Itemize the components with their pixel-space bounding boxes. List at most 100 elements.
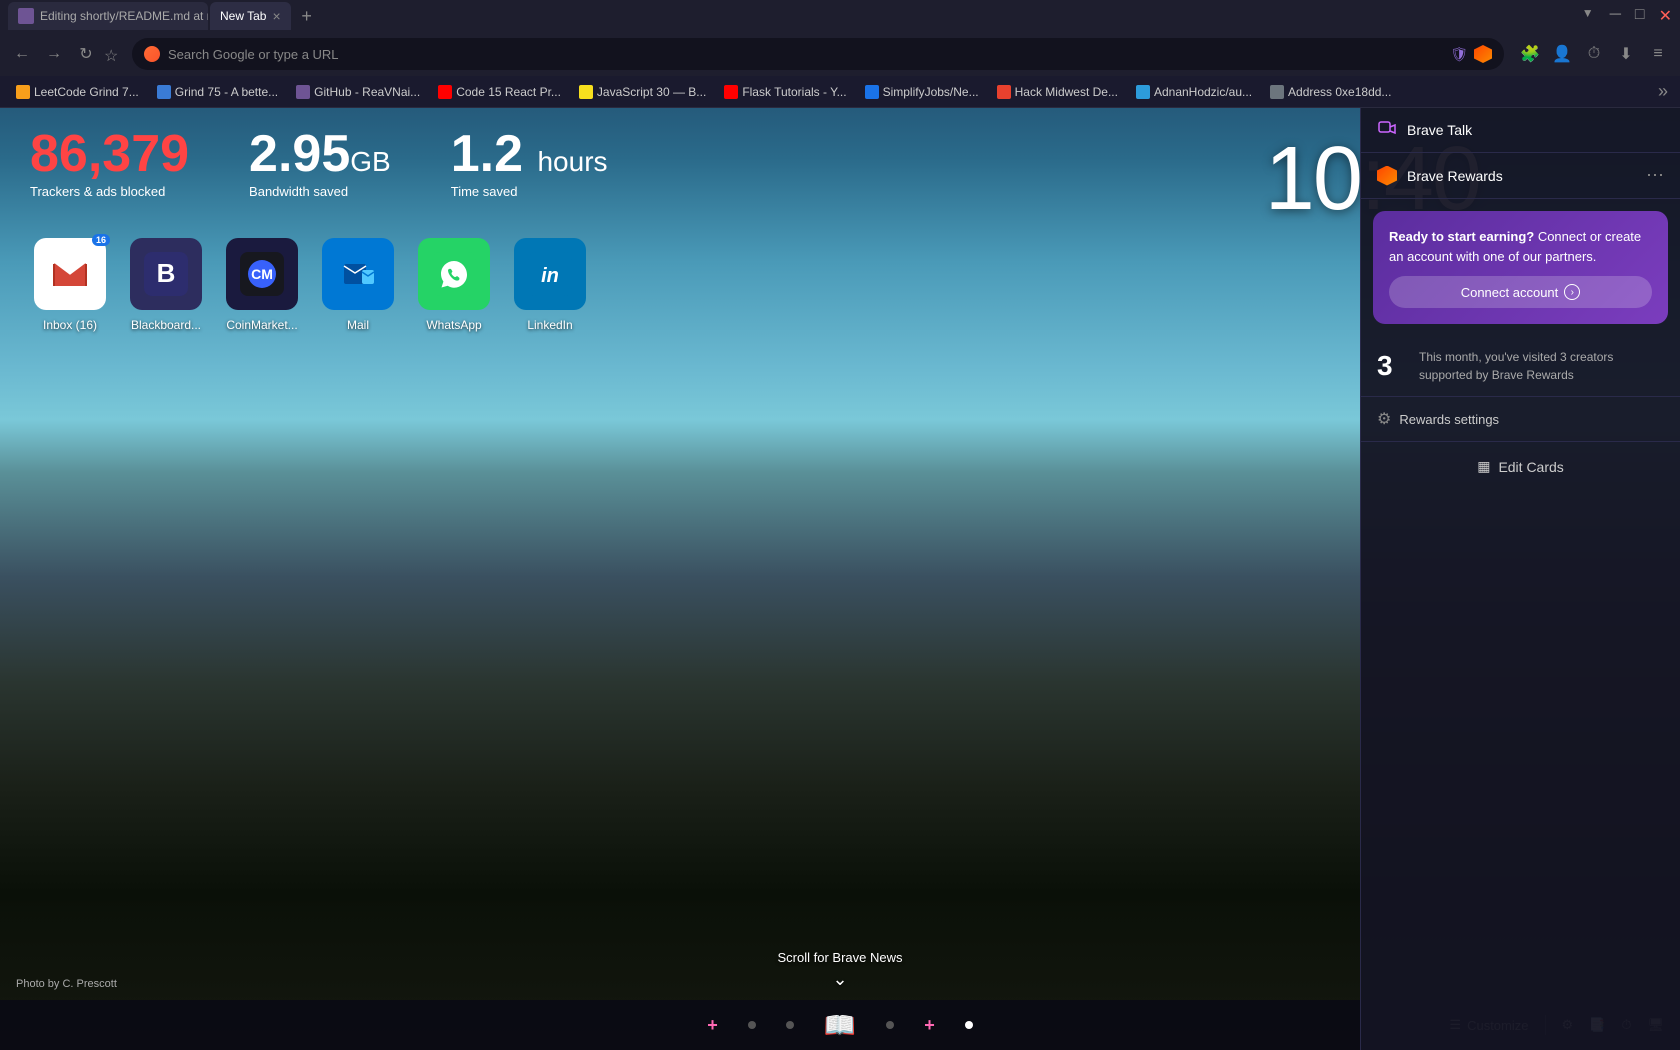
shortcut-gmail[interactable]: 16 Inbox (16) bbox=[30, 238, 110, 332]
user-profile-button[interactable]: 👤 bbox=[1548, 40, 1576, 68]
bookmark-favicon-gh bbox=[296, 85, 310, 99]
bookmark-lc[interactable]: LeetCode Grind 7... bbox=[8, 83, 147, 101]
shortcut-label-coinmarket: CoinMarket... bbox=[226, 318, 297, 332]
bookmarks-more-button[interactable]: » bbox=[1654, 81, 1672, 102]
stat-bandwidth: 2.95GB Bandwidth saved bbox=[249, 128, 391, 199]
extensions-button[interactable]: 🧩 bbox=[1516, 40, 1544, 68]
creators-count: 3 bbox=[1377, 350, 1407, 382]
tab-inactive-editing[interactable]: Editing shortly/README.md at ma... × bbox=[8, 2, 208, 30]
rewards-settings-item[interactable]: ⚙ Rewards settings bbox=[1361, 397, 1680, 442]
stats-section: 86,379 Trackers & ads blocked 2.95GB Ban… bbox=[30, 128, 608, 199]
shield-icon[interactable]: 🛡 bbox=[1450, 46, 1468, 63]
creators-description: This month, you've visited 3 creators su… bbox=[1419, 348, 1664, 384]
gmail-svg bbox=[48, 252, 92, 296]
brave-rewards-header[interactable]: Brave Rewards ⋯ bbox=[1361, 153, 1680, 199]
bookmark-ad[interactable]: AdnanHodzic/au... bbox=[1128, 83, 1260, 101]
bottom-plus-left[interactable]: + bbox=[707, 1015, 718, 1036]
stat-trackers: 86,379 Trackers & ads blocked bbox=[30, 128, 189, 199]
book-icon: 📖 bbox=[824, 1010, 856, 1041]
blackboard-svg: B bbox=[144, 252, 188, 296]
dot-4 bbox=[965, 1021, 973, 1029]
shortcuts-section: 16 Inbox (16) B Blackboard... CM bbox=[30, 238, 590, 332]
brave-talk-item[interactable]: Brave Talk bbox=[1361, 108, 1680, 153]
shortcut-icon-blackboard: B bbox=[130, 238, 202, 310]
address-bar[interactable]: Search Google or type a URL 🛡 bbox=[132, 38, 1504, 70]
rewards-more-button[interactable]: ⋯ bbox=[1646, 165, 1664, 186]
bookmark-gh[interactable]: GitHub - ReaVNai... bbox=[288, 83, 428, 101]
photo-credit: Photo by C. Prescott bbox=[16, 978, 117, 990]
whatsapp-svg bbox=[432, 252, 476, 296]
bottom-plus-right[interactable]: + bbox=[924, 1015, 935, 1036]
bookmark-label-sj: SimplifyJobs/Ne... bbox=[883, 85, 979, 99]
menu-button[interactable]: ≡ bbox=[1644, 40, 1672, 68]
window-controls: ▼ ─ □ ✕ bbox=[1582, 6, 1672, 26]
bookmark-label-ad: AdnanHodzic/au... bbox=[1154, 85, 1252, 99]
tab-label-newtab: New Tab bbox=[220, 9, 266, 23]
gmail-badge: 16 bbox=[92, 234, 110, 246]
shortcut-blackboard[interactable]: B Blackboard... bbox=[126, 238, 206, 332]
window-tab-dropdown[interactable]: ▼ bbox=[1582, 6, 1594, 26]
shortcut-icon-whatsapp bbox=[418, 238, 490, 310]
window-close[interactable]: ✕ bbox=[1659, 6, 1672, 26]
brave-rewards-nav-icon[interactable] bbox=[1474, 45, 1492, 63]
tab-active-newtab[interactable]: New Tab × bbox=[210, 2, 291, 30]
connect-account-arrow-icon: › bbox=[1564, 284, 1580, 300]
right-panel: Brave Talk Brave Rewards ⋯ Ready to star… bbox=[1360, 108, 1680, 1050]
shortcut-whatsapp[interactable]: WhatsApp bbox=[414, 238, 494, 332]
edit-cards-label: Edit Cards bbox=[1498, 459, 1563, 475]
history-button[interactable]: ⏱ bbox=[1580, 40, 1608, 68]
shortcut-icon-mail bbox=[322, 238, 394, 310]
connect-account-button[interactable]: Connect account › bbox=[1389, 276, 1652, 308]
tab-favicon-editing bbox=[18, 8, 34, 24]
bookmark-et[interactable]: Address 0xe18dd... bbox=[1262, 83, 1399, 101]
bookmark-favicon-sj bbox=[865, 85, 879, 99]
navigation-bar: ← → ↻ ☆ Search Google or type a URL 🛡 🧩 … bbox=[0, 32, 1680, 76]
nav-back-button[interactable]: ← bbox=[8, 40, 36, 68]
bookmark-js[interactable]: JavaScript 30 — B... bbox=[571, 83, 714, 101]
bookmark-star-icon[interactable]: ☆ bbox=[104, 46, 120, 62]
window-maximize[interactable]: □ bbox=[1635, 6, 1645, 26]
shortcut-icon-coinmarket: CM bbox=[226, 238, 298, 310]
downloads-button[interactable]: ⬇ bbox=[1612, 40, 1640, 68]
title-bar: Editing shortly/README.md at ma... × New… bbox=[0, 0, 1680, 32]
mail-svg bbox=[336, 252, 380, 296]
rewards-settings-label: Rewards settings bbox=[1399, 412, 1499, 427]
bookmark-label-gh: GitHub - ReaVNai... bbox=[314, 85, 420, 99]
bookmark-yt1[interactable]: Code 15 React Pr... bbox=[430, 83, 569, 101]
tab-close-newtab[interactable]: × bbox=[272, 8, 280, 24]
scroll-news-arrow[interactable]: ⌄ bbox=[778, 969, 903, 990]
tab-add-button[interactable]: + bbox=[293, 2, 321, 30]
shortcut-label-whatsapp: WhatsApp bbox=[426, 318, 481, 332]
svg-text:in: in bbox=[541, 265, 559, 287]
bookmark-sj[interactable]: SimplifyJobs/Ne... bbox=[857, 83, 987, 101]
bookmark-label-yt1: Code 15 React Pr... bbox=[456, 85, 561, 99]
nav-refresh-button[interactable]: ↻ bbox=[72, 40, 100, 68]
edit-cards-button[interactable]: ▦ Edit Cards bbox=[1361, 442, 1680, 491]
bookmark-favicon-yt2 bbox=[724, 85, 738, 99]
scroll-news-label: Scroll for Brave News bbox=[778, 950, 903, 965]
shortcut-linkedin[interactable]: in LinkedIn bbox=[510, 238, 590, 332]
stat-time: 1.2 hours Time saved bbox=[451, 128, 608, 199]
bookmark-yt2[interactable]: Flask Tutorials - Y... bbox=[716, 83, 854, 101]
bookmarks-bar: LeetCode Grind 7... Grind 75 - A bette..… bbox=[0, 76, 1680, 108]
bookmark-gr[interactable]: Grind 75 - A bette... bbox=[149, 83, 286, 101]
shortcut-label-mail: Mail bbox=[347, 318, 369, 332]
rewards-card-bold: Ready to start earning? bbox=[1389, 229, 1534, 244]
window-minimize[interactable]: ─ bbox=[1610, 6, 1621, 26]
shortcut-mail[interactable]: Mail bbox=[318, 238, 398, 332]
bookmark-favicon-lc bbox=[16, 85, 30, 99]
scroll-news-section: Scroll for Brave News ⌄ bbox=[778, 950, 903, 990]
address-text: Search Google or type a URL bbox=[168, 47, 1442, 62]
stat-bandwidth-number: 2.95GB bbox=[249, 128, 391, 180]
dot-1 bbox=[748, 1021, 756, 1029]
shortcut-coinmarket[interactable]: CM CoinMarket... bbox=[222, 238, 302, 332]
bookmark-hm[interactable]: Hack Midwest De... bbox=[989, 83, 1126, 101]
dot-2 bbox=[786, 1021, 794, 1029]
bookmark-favicon-ad bbox=[1136, 85, 1150, 99]
nav-forward-button[interactable]: → bbox=[40, 40, 68, 68]
tab-label-editing: Editing shortly/README.md at ma... bbox=[40, 9, 208, 23]
nav-right-icons: 🧩 👤 ⏱ ⬇ ≡ bbox=[1516, 40, 1672, 68]
bookmark-label-hm: Hack Midwest De... bbox=[1015, 85, 1118, 99]
edit-cards-icon: ▦ bbox=[1477, 458, 1490, 475]
bookmark-label-js: JavaScript 30 — B... bbox=[597, 85, 706, 99]
